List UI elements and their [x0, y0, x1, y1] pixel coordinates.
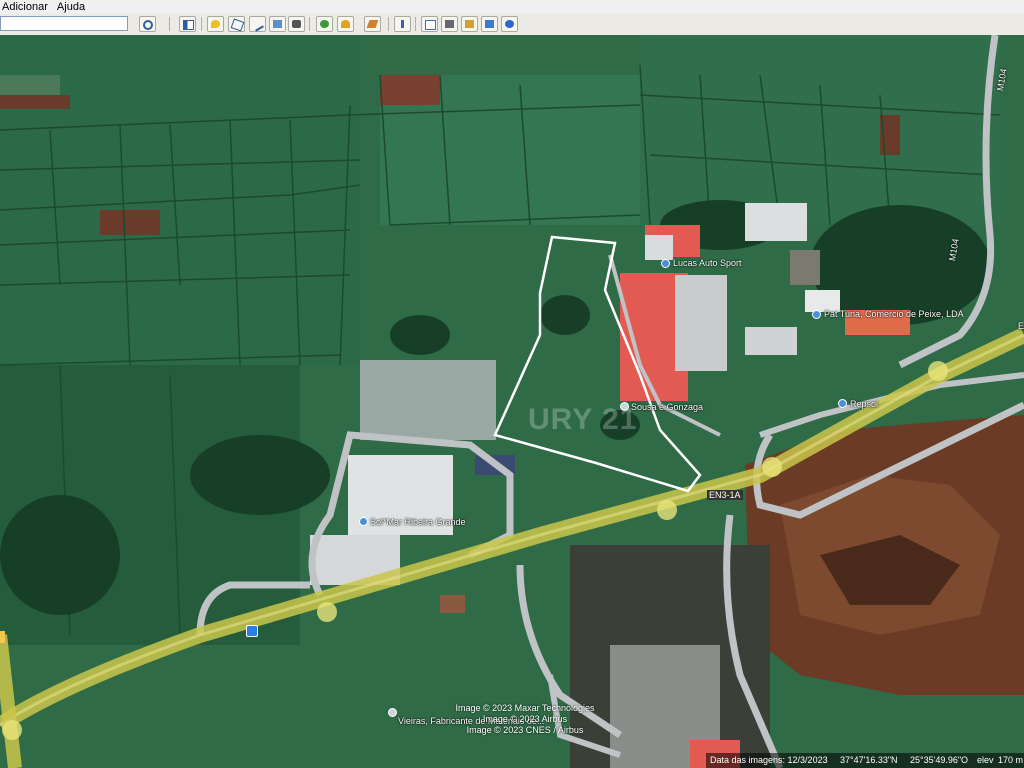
record-tour-icon[interactable]: [288, 16, 305, 32]
menu-ajuda[interactable]: Ajuda: [55, 0, 89, 14]
pin-sousa-e-gonzaga[interactable]: [620, 402, 629, 411]
google-maps-icon[interactable]: [481, 16, 498, 32]
label-solmar[interactable]: Sol*Mar Ribeira Grande: [370, 517, 466, 527]
credit-airbus: Image © 2023 Airbus: [482, 714, 568, 724]
pin-repsol[interactable]: [838, 399, 847, 408]
save-image-icon[interactable]: [461, 16, 478, 32]
pin-pat-tuna[interactable]: [812, 310, 821, 319]
polygon-icon[interactable]: [228, 16, 245, 32]
earth-icon[interactable]: [501, 16, 518, 32]
planets-icon[interactable]: [364, 16, 381, 32]
status-bar: Data das imagens: 12/3/2023 37°47'16.33"…: [706, 753, 1024, 768]
email-icon[interactable]: [421, 16, 438, 32]
menu-adicionar[interactable]: Adicionar: [0, 0, 52, 14]
ruler-icon[interactable]: [394, 16, 411, 32]
bus-stop-icon[interactable]: [246, 625, 258, 637]
pin-lucas-auto-sport[interactable]: [661, 259, 670, 268]
image-overlay-icon[interactable]: [269, 16, 286, 32]
path-icon[interactable]: [249, 16, 266, 32]
print-icon[interactable]: [441, 16, 458, 32]
pin-vieiras[interactable]: [388, 708, 397, 717]
satellite-map-view[interactable]: URY 21 Lucas Auto Sport Pat Tuna, Comerc…: [0, 35, 1024, 768]
search-input[interactable]: [0, 16, 128, 31]
elevation-label: elev: [977, 755, 994, 765]
elevation-value: 170 m: [998, 755, 1024, 765]
toolbar: [0, 14, 1024, 36]
sidebar-toggle-icon[interactable]: [179, 16, 196, 32]
label-repsol[interactable]: Repsol: [850, 399, 878, 409]
credit-maxar: Image © 2023 Maxar Technologies: [455, 703, 595, 713]
imagery-date: Data das imagens: 12/3/2023: [710, 755, 828, 765]
menu-bar: Adicionar Ajuda: [0, 0, 1024, 14]
longitude-readout: 25°35'49.96"O: [910, 755, 969, 765]
label-lucas-auto-sport[interactable]: Lucas Auto Sport: [673, 258, 742, 268]
label-sousa-e-gonzaga[interactable]: Sousa e Gonzaga: [631, 402, 703, 412]
credit-cnes: Image © 2023 CNES / Airbus: [466, 725, 584, 735]
latitude-readout: 37°47'16.33"N: [840, 755, 898, 765]
pin-solmar[interactable]: [359, 517, 368, 526]
placemark-icon[interactable]: [207, 16, 224, 32]
road-shield-en3-1a: EN3-1A: [707, 490, 743, 500]
sunlight-icon[interactable]: [337, 16, 354, 32]
label-road-e: E: [1018, 321, 1024, 331]
historical-imagery-icon[interactable]: [316, 16, 333, 32]
label-pat-tuna[interactable]: Pat Tuna, Comercio de Peixe, LDA: [824, 309, 964, 319]
imagery-credits: Image © 2023 Maxar Technologies Image © …: [450, 703, 600, 736]
search-icon[interactable]: [139, 16, 156, 32]
highway-marker-icon: [0, 631, 5, 643]
